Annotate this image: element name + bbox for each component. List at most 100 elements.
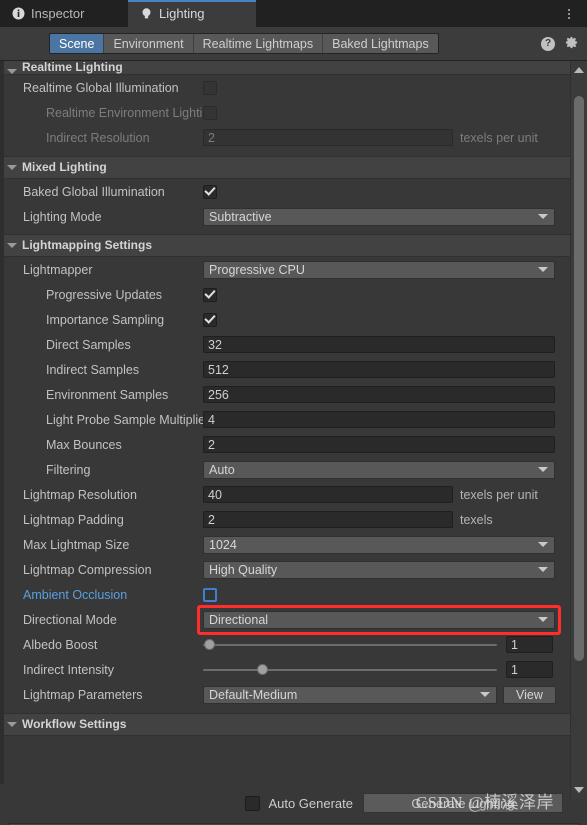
tab-scene[interactable]: Scene	[50, 34, 105, 53]
label-max-bounces: Max Bounces	[46, 437, 122, 452]
section-realtime-lighting-header[interactable]: Realtime Lighting	[0, 61, 570, 75]
scroll-up-arrow-icon[interactable]	[574, 67, 584, 73]
row-filtering: Filtering Auto	[0, 457, 570, 482]
section-lightmapping-settings-header[interactable]: Lightmapping Settings	[0, 234, 570, 257]
suffix-indirect-resolution: texels per unit	[460, 130, 538, 145]
input-lightmap-resolution[interactable]: 40	[203, 486, 453, 503]
chevron-down-icon	[538, 267, 548, 272]
label-importance-sampling: Importance Sampling	[46, 312, 165, 327]
checkbox-baked-global-illumination[interactable]	[203, 184, 217, 199]
scrollbar-thumb[interactable]	[574, 96, 584, 661]
row-lightmap-resolution: Lightmap Resolution 40 texels per unit	[0, 482, 570, 507]
tab-baked-lightmaps[interactable]: Baked Lightmaps	[323, 34, 438, 53]
label-light-probe-sample-multiplier: Light Probe Sample Multiplier	[46, 412, 203, 427]
unity-lighting-window: Inspector Lighting Scene Environment Rea…	[0, 0, 587, 825]
slider-handle[interactable]	[203, 639, 215, 650]
tab-lighting[interactable]: Lighting	[128, 0, 256, 27]
tab-realtime-lightmaps[interactable]: Realtime Lightmaps	[193, 34, 324, 53]
lighting-tab-group: Scene Environment Realtime Lightmaps Bak…	[49, 33, 439, 54]
row-environment-samples: Environment Samples 256	[0, 382, 570, 407]
vertical-scrollbar[interactable]	[570, 61, 587, 799]
label-baked-global-illumination: Baked Global Illumination	[23, 184, 165, 199]
label-auto-generate: Auto Generate	[268, 795, 353, 811]
row-indirect-samples: Indirect Samples 512	[0, 357, 570, 382]
row-albedo-boost: Albedo Boost 1	[0, 632, 570, 657]
checkbox-progressive-updates[interactable]	[203, 287, 217, 302]
settings-scroll-body: Realtime Lighting Realtime Global Illumi…	[0, 61, 587, 825]
tab-environment[interactable]: Environment	[104, 34, 194, 53]
dropdown-max-lightmap-size-value: 1024	[209, 537, 237, 552]
row-lightmap-compression: Lightmap Compression High Quality	[0, 557, 570, 582]
section-workflow-settings-title: Workflow Settings	[22, 717, 127, 731]
label-direct-samples: Direct Samples	[46, 337, 131, 352]
slider-albedo-boost[interactable]	[203, 636, 497, 653]
row-realtime-global-illumination: Realtime Global Illumination	[0, 75, 570, 100]
kebab-menu-icon[interactable]	[559, 0, 579, 27]
label-indirect-samples: Indirect Samples	[46, 362, 140, 377]
chevron-down-icon	[480, 692, 490, 697]
chevron-down-icon	[538, 214, 548, 219]
input-albedo-boost[interactable]: 1	[506, 636, 553, 653]
row-indirect-resolution: Indirect Resolution 2 texels per unit	[0, 125, 570, 150]
dropdown-filtering[interactable]: Auto	[203, 460, 555, 479]
gear-icon[interactable]	[564, 35, 579, 53]
input-direct-samples[interactable]: 32	[203, 336, 555, 353]
checkbox-realtime-global-illumination[interactable]	[203, 80, 217, 95]
label-max-lightmap-size: Max Lightmap Size	[23, 537, 130, 552]
section-realtime-lighting-title: Realtime Lighting	[22, 61, 123, 74]
input-indirect-intensity[interactable]: 1	[506, 661, 553, 678]
slider-indirect-intensity[interactable]	[203, 661, 497, 678]
row-light-probe-sample-multiplier: Light Probe Sample Multiplier 4	[0, 407, 570, 432]
section-workflow-settings-header[interactable]: Workflow Settings	[0, 713, 570, 736]
dropdown-max-lightmap-size[interactable]: 1024	[203, 535, 555, 554]
label-lighting-mode: Lighting Mode	[23, 209, 102, 224]
tab-lighting-label: Lighting	[159, 6, 205, 21]
section-lightmapping-settings-title: Lightmapping Settings	[22, 238, 152, 252]
section-mixed-lighting-header[interactable]: Mixed Lighting	[0, 156, 570, 179]
lightbulb-icon	[140, 7, 153, 20]
dropdown-lightmap-parameters[interactable]: Default-Medium	[203, 685, 497, 704]
dropdown-lighting-mode[interactable]: Subtractive	[203, 207, 555, 226]
dropdown-lightmapper[interactable]: Progressive CPU	[203, 260, 555, 279]
input-indirect-resolution[interactable]: 2	[203, 129, 453, 146]
row-max-lightmap-size: Max Lightmap Size 1024	[0, 532, 570, 557]
input-max-bounces[interactable]: 2	[203, 436, 555, 453]
label-indirect-intensity: Indirect Intensity	[23, 662, 115, 677]
help-icon[interactable]: ?	[541, 36, 555, 51]
dropdown-lightmap-compression-value: High Quality	[209, 562, 278, 577]
scroll-down-arrow-icon[interactable]	[574, 787, 584, 793]
row-importance-sampling: Importance Sampling	[0, 307, 570, 332]
dropdown-lightmapper-value: Progressive CPU	[209, 262, 305, 277]
suffix-lightmap-resolution: texels per unit	[460, 487, 538, 502]
checkbox-ambient-occlusion[interactable]	[203, 587, 217, 602]
label-lightmap-padding: Lightmap Padding	[23, 512, 124, 527]
label-lightmap-resolution: Lightmap Resolution	[23, 487, 137, 502]
label-realtime-environment-lighting: Realtime Environment Lighting	[46, 105, 203, 120]
view-button[interactable]: View	[503, 685, 556, 704]
row-max-bounces: Max Bounces 2	[0, 432, 570, 457]
tab-inspector[interactable]: Inspector	[0, 0, 128, 27]
checkbox-auto-generate[interactable]	[245, 795, 261, 811]
left-edge-strip	[0, 61, 4, 825]
checkbox-importance-sampling[interactable]	[203, 312, 217, 327]
label-realtime-global-illumination: Realtime Global Illumination	[23, 80, 179, 95]
slider-handle[interactable]	[256, 664, 268, 675]
row-indirect-intensity: Indirect Intensity 1	[0, 657, 570, 682]
dropdown-lightmap-compression[interactable]: High Quality	[203, 560, 555, 579]
chevron-down-icon	[7, 165, 17, 170]
input-environment-samples[interactable]: 256	[203, 386, 555, 403]
checkbox-realtime-environment-lighting[interactable]	[203, 105, 217, 120]
chevron-down-icon	[7, 722, 17, 727]
dropdown-directional-mode[interactable]: Directional	[203, 610, 555, 629]
label-lightmap-compression: Lightmap Compression	[23, 562, 152, 577]
slider-track	[203, 643, 497, 646]
row-realtime-environment-lighting: Realtime Environment Lighting	[0, 100, 570, 125]
input-light-probe-sample-multiplier[interactable]: 4	[203, 411, 555, 428]
info-icon	[12, 7, 25, 20]
tab-realtime-lightmaps-label: Realtime Lightmaps	[202, 36, 314, 51]
dropdown-directional-mode-value: Directional	[209, 612, 269, 627]
chevron-down-icon	[538, 567, 548, 572]
input-lightmap-padding[interactable]: 2	[203, 511, 453, 528]
dropdown-filtering-value: Auto	[209, 462, 235, 477]
input-indirect-samples[interactable]: 512	[203, 361, 555, 378]
